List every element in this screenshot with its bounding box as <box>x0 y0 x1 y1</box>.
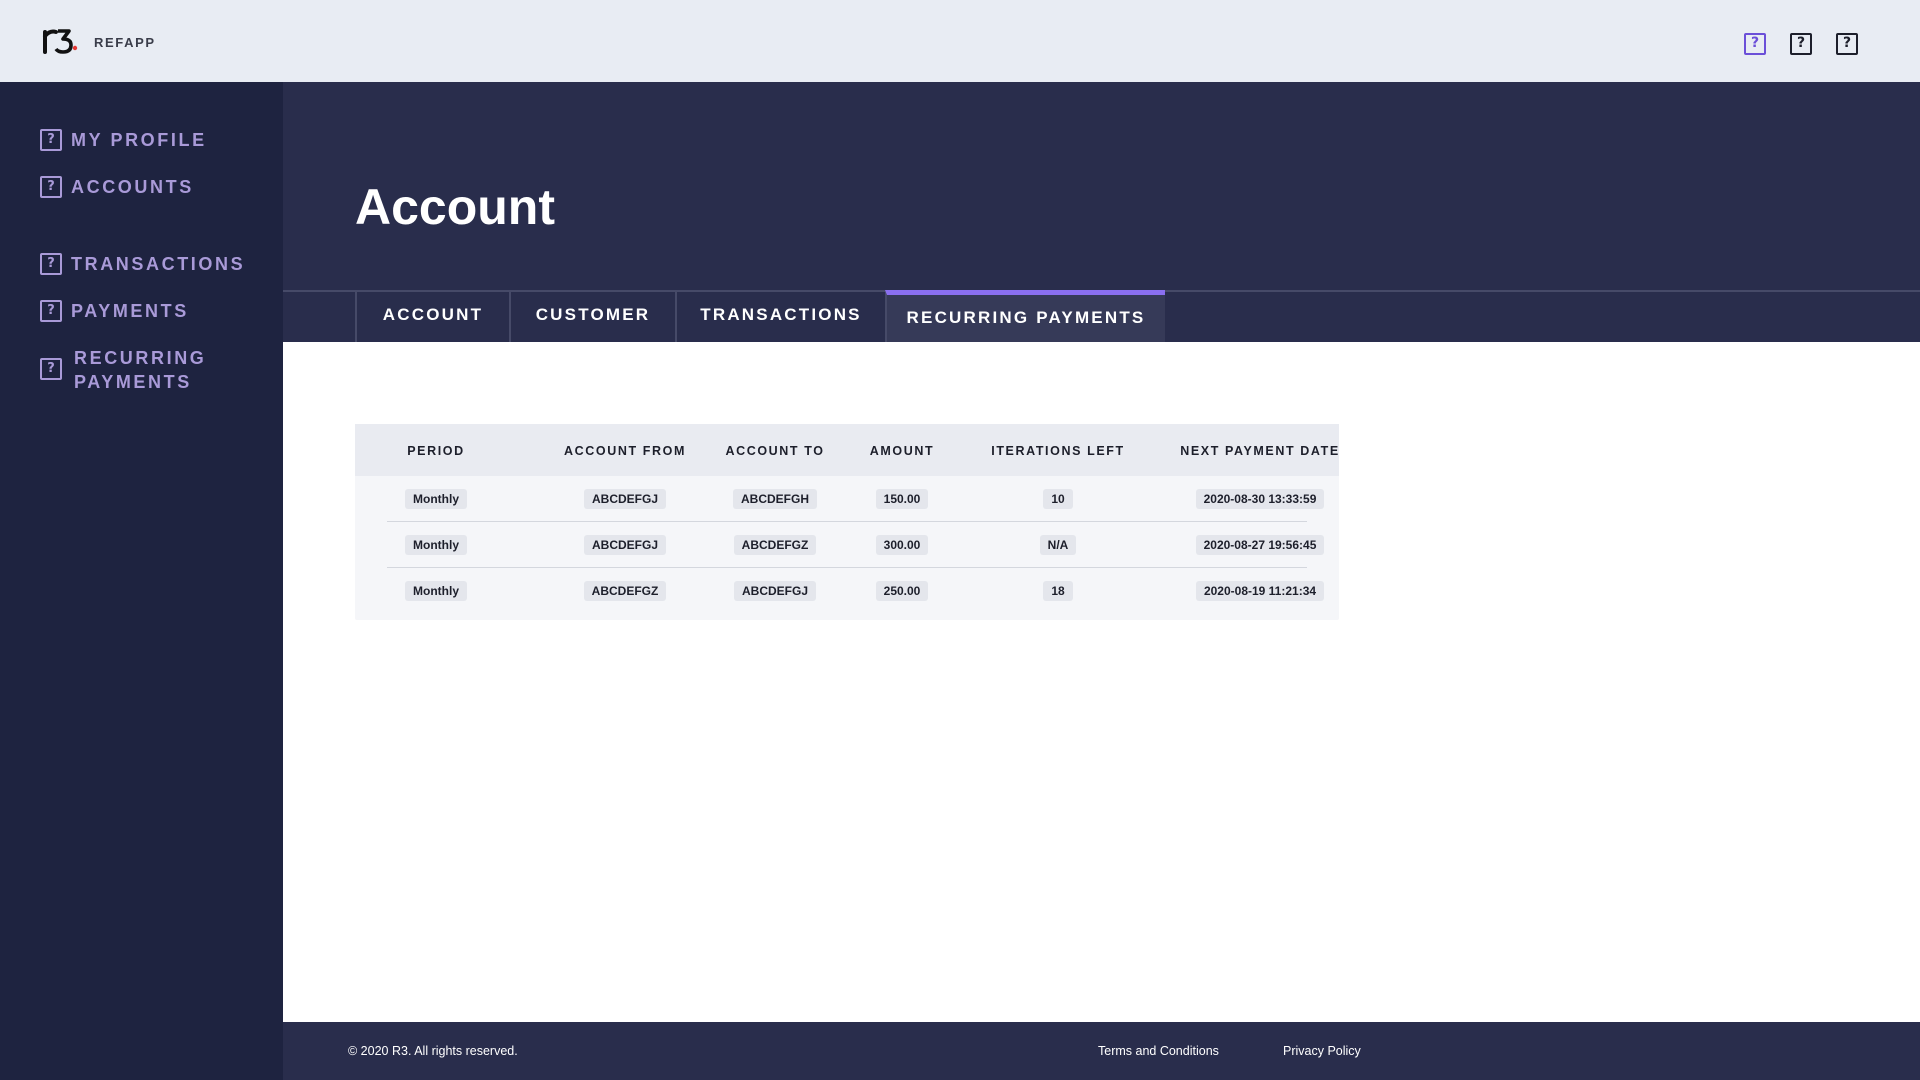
top-bar: REFAPP ? ? ? <box>0 0 1920 82</box>
iterations-left-value: 18 <box>1043 581 1073 601</box>
next-payment-date-value: 2020-08-19 11:21:34 <box>1195 581 1325 601</box>
recurring-payments-table: PERIOD ACCOUNT FROM ACCOUNT TO AMOUNT IT… <box>355 424 1339 620</box>
help-icon: ? <box>40 300 62 322</box>
account-from-value: ABCDEFGJ <box>583 489 666 509</box>
table-row[interactable]: Monthly ABCDEFGZ ABCDEFGJ 250.00 18 2020… <box>387 568 1325 614</box>
help-icon[interactable]: ? <box>1836 33 1858 55</box>
account-from-value: ABCDEFGJ <box>583 535 666 555</box>
column-header-next-payment-date: NEXT PAYMENT DATE <box>1180 444 1340 458</box>
help-icon[interactable]: ? <box>1744 33 1766 55</box>
sidebar-item-my-profile[interactable]: ? MY PROFILE <box>40 128 261 152</box>
amount-value: 300.00 <box>875 535 929 555</box>
account-to-value: ABCDEFGH <box>733 489 817 509</box>
sidebar-item-recurring-payments[interactable]: ? RECURRING PAYMENTS <box>40 346 264 394</box>
r3-logo[interactable] <box>42 26 78 56</box>
sidebar-item-payments[interactable]: ? PAYMENTS <box>40 299 261 323</box>
sidebar-item-accounts[interactable]: ? ACCOUNTS <box>40 175 261 199</box>
page-title: Account <box>355 179 555 235</box>
account-to-value: ABCDEFGJ <box>733 581 816 601</box>
app-brand: REFAPP <box>94 35 156 50</box>
tab-customer[interactable]: CUSTOMER <box>509 290 675 342</box>
main-content: PERIOD ACCOUNT FROM ACCOUNT TO AMOUNT IT… <box>283 342 1920 1022</box>
table-row[interactable]: Monthly ABCDEFGJ ABCDEFGZ 300.00 N/A 202… <box>387 522 1325 568</box>
footer: © 2020 R3. All rights reserved. Terms an… <box>283 1022 1920 1080</box>
tab-recurring-payments[interactable]: RECURRING PAYMENTS <box>885 290 1165 342</box>
sidebar-item-label: TRANSACTIONS <box>71 254 246 274</box>
next-payment-date-value: 2020-08-30 13:33:59 <box>1195 489 1325 509</box>
sidebar-item-transactions[interactable]: ? TRANSACTIONS <box>40 252 261 276</box>
period-value: Monthly <box>405 535 467 555</box>
sidebar-item-label: PAYMENTS <box>71 301 189 321</box>
column-header-period: PERIOD <box>407 444 465 458</box>
tab-transactions[interactable]: TRANSACTIONS <box>675 290 885 342</box>
sidebar-item-label: MY PROFILE <box>71 130 207 150</box>
help-icon: ? <box>40 253 62 275</box>
sidebar: ? MY PROFILE ? ACCOUNTS ? TRANSACTIONS ?… <box>0 82 283 1080</box>
amount-value: 150.00 <box>875 489 929 509</box>
tab-account[interactable]: ACCOUNT <box>355 290 509 342</box>
period-value: Monthly <box>405 581 467 601</box>
terms-link[interactable]: Terms and Conditions <box>1098 1044 1219 1058</box>
next-payment-date-value: 2020-08-27 19:56:45 <box>1195 535 1325 555</box>
period-value: Monthly <box>405 489 467 509</box>
table-row[interactable]: Monthly ABCDEFGJ ABCDEFGH 150.00 10 2020… <box>387 476 1325 522</box>
iterations-left-value: N/A <box>1039 535 1077 555</box>
account-to-value: ABCDEFGZ <box>733 535 817 555</box>
account-from-value: ABCDEFGZ <box>583 581 667 601</box>
help-icon: ? <box>40 129 62 151</box>
privacy-link[interactable]: Privacy Policy <box>1283 1044 1361 1058</box>
help-icon[interactable]: ? <box>1790 33 1812 55</box>
sidebar-item-label: RECURRING PAYMENTS <box>74 348 207 392</box>
sidebar-item-label: ACCOUNTS <box>71 177 194 197</box>
help-icon: ? <box>40 176 62 198</box>
amount-value: 250.00 <box>875 581 929 601</box>
help-icon: ? <box>40 358 62 380</box>
table-header: PERIOD ACCOUNT FROM ACCOUNT TO AMOUNT IT… <box>355 424 1339 476</box>
iterations-left-value: 10 <box>1043 489 1073 509</box>
copyright-text: © 2020 R3. All rights reserved. <box>348 1044 518 1058</box>
